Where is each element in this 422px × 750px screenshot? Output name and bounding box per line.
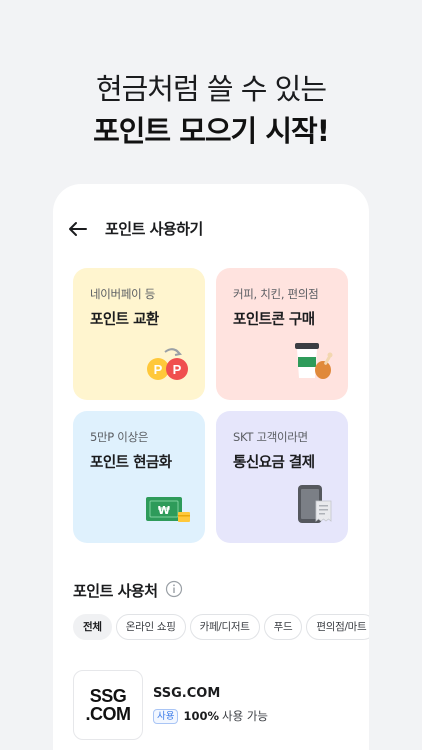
phone-screen: 포인트 사용하기 네이버페이 등 포인트 교환 P P 커피, 치킨, 편의점 … <box>53 184 369 750</box>
usage-badge: 사용 <box>153 708 179 724</box>
cash-icon: ₩ <box>145 495 191 529</box>
store-logo-line-1: SSG <box>89 686 127 706</box>
usage-text: 사용 가능 <box>222 709 268 723</box>
headline: 현금처럼 쓸 수 있는 포인트 모으기 시작! <box>0 70 422 152</box>
chip-cafe-dessert[interactable]: 카페/디저트 <box>189 614 260 640</box>
usage-section-title: 포인트 사용처 <box>73 582 158 600</box>
card-subtitle: 5만P 이상은 <box>90 430 149 444</box>
headline-line-1: 현금처럼 쓸 수 있는 <box>95 72 327 106</box>
card-point-exchange[interactable]: 네이버페이 등 포인트 교환 P P <box>73 268 205 400</box>
svg-text:₩: ₩ <box>158 504 170 517</box>
store-item[interactable]: SSG .COM SSG.COM 사용 100% 사용 가능 <box>73 670 353 742</box>
chip-all[interactable]: 전체 <box>73 614 112 640</box>
svg-text:P: P <box>173 362 182 377</box>
card-subtitle: 네이버페이 등 <box>90 287 156 301</box>
chip-online-shopping[interactable]: 온라인 쇼핑 <box>115 614 186 640</box>
category-chips: 전체 온라인 쇼핑 카페/디저트 푸드 편의점/마트 <box>73 614 369 640</box>
usage-percent: 100% <box>183 709 220 723</box>
headline-line-2: 포인트 모으기 시작! <box>93 114 330 148</box>
chip-food[interactable]: 푸드 <box>263 614 303 640</box>
card-title: 통신요금 결제 <box>233 455 315 471</box>
card-subtitle: 커피, 치킨, 편의점 <box>233 287 319 301</box>
store-name: SSG.COM <box>153 686 221 701</box>
card-pointcon-purchase[interactable]: 커피, 치킨, 편의점 포인트콘 구매 <box>216 268 348 400</box>
coffee-chicken-icon <box>292 340 334 386</box>
svg-text:P: P <box>154 362 163 377</box>
store-logo: SSG .COM <box>73 670 143 740</box>
phone-bill-icon <box>296 483 334 529</box>
card-telecom-bill[interactable]: SKT 고객이라면 통신요금 결제 <box>216 411 348 543</box>
chip-convenience-mart[interactable]: 편의점/마트 <box>306 614 369 640</box>
info-icon[interactable] <box>165 580 183 598</box>
card-subtitle: SKT 고객이라면 <box>233 430 308 444</box>
store-logo-line-2: .COM <box>85 704 132 724</box>
card-point-cashout[interactable]: 5만P 이상은 포인트 현금화 ₩ <box>73 411 205 543</box>
card-title: 포인트콘 구매 <box>233 312 315 328</box>
store-usage: 사용 100% 사용 가능 <box>153 708 268 724</box>
card-title: 포인트 교환 <box>90 312 159 328</box>
app-bar: 포인트 사용하기 <box>53 214 369 244</box>
card-title: 포인트 현금화 <box>90 455 172 471</box>
point-exchange-icon: P P <box>145 346 191 386</box>
arrow-left-icon[interactable] <box>65 216 91 242</box>
page-title: 포인트 사용하기 <box>105 220 203 238</box>
